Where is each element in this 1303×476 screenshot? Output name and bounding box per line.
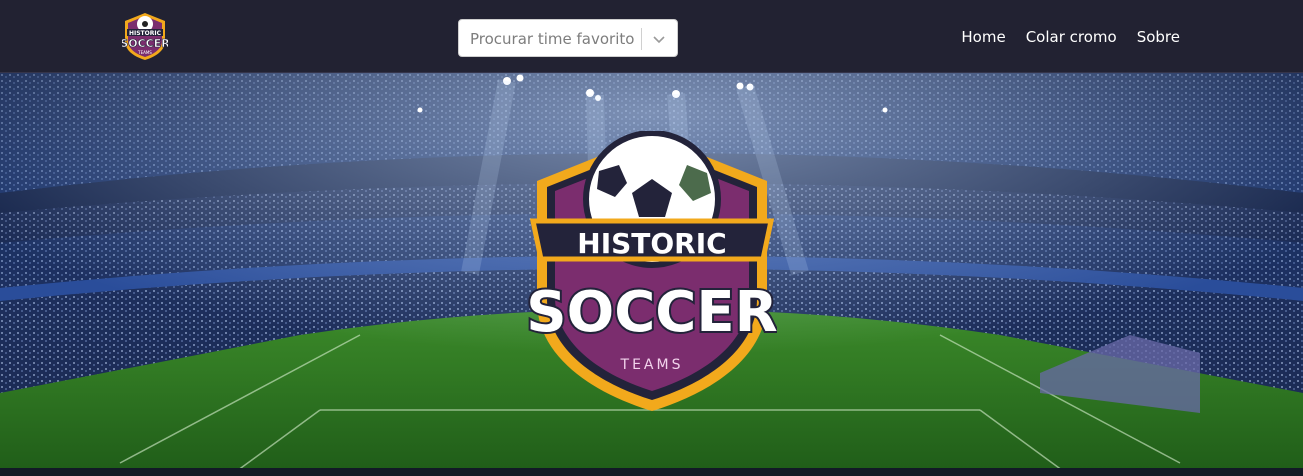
brand-logo-top-text: HISTORIC: [129, 30, 162, 37]
historic-soccer-badge: HISTORIC SOCCER TEAMS: [527, 131, 777, 411]
nav-link-home[interactable]: Home: [961, 28, 1005, 46]
search-divider: [641, 28, 642, 50]
team-search-placeholder: Procurar time favorito: [470, 30, 635, 48]
navbar: HISTORIC SOCCER TEAMS Procurar time favo…: [0, 0, 1303, 73]
badge-bottom-text: TEAMS: [620, 357, 684, 373]
brand-logo-link[interactable]: HISTORIC SOCCER TEAMS: [120, 11, 171, 61]
team-search-select[interactable]: Procurar time favorito: [458, 19, 678, 57]
nav-link-colar-cromo[interactable]: Colar cromo: [1026, 28, 1117, 46]
badge-top-text: HISTORIC: [577, 227, 726, 260]
nav-link-sobre[interactable]: Sobre: [1137, 28, 1180, 46]
chevron-down-icon[interactable]: [649, 30, 669, 48]
badge-main-text: SOCCER: [527, 280, 777, 345]
brand-logo: HISTORIC SOCCER TEAMS: [120, 13, 171, 60]
main-nav: Home Colar cromo Sobre: [961, 0, 1180, 73]
brand-logo-bottom-text: TEAMS: [137, 50, 152, 55]
hero-banner: HISTORIC SOCCER TEAMS: [0, 73, 1303, 476]
brand-logo-main-text: SOCCER: [122, 37, 168, 50]
